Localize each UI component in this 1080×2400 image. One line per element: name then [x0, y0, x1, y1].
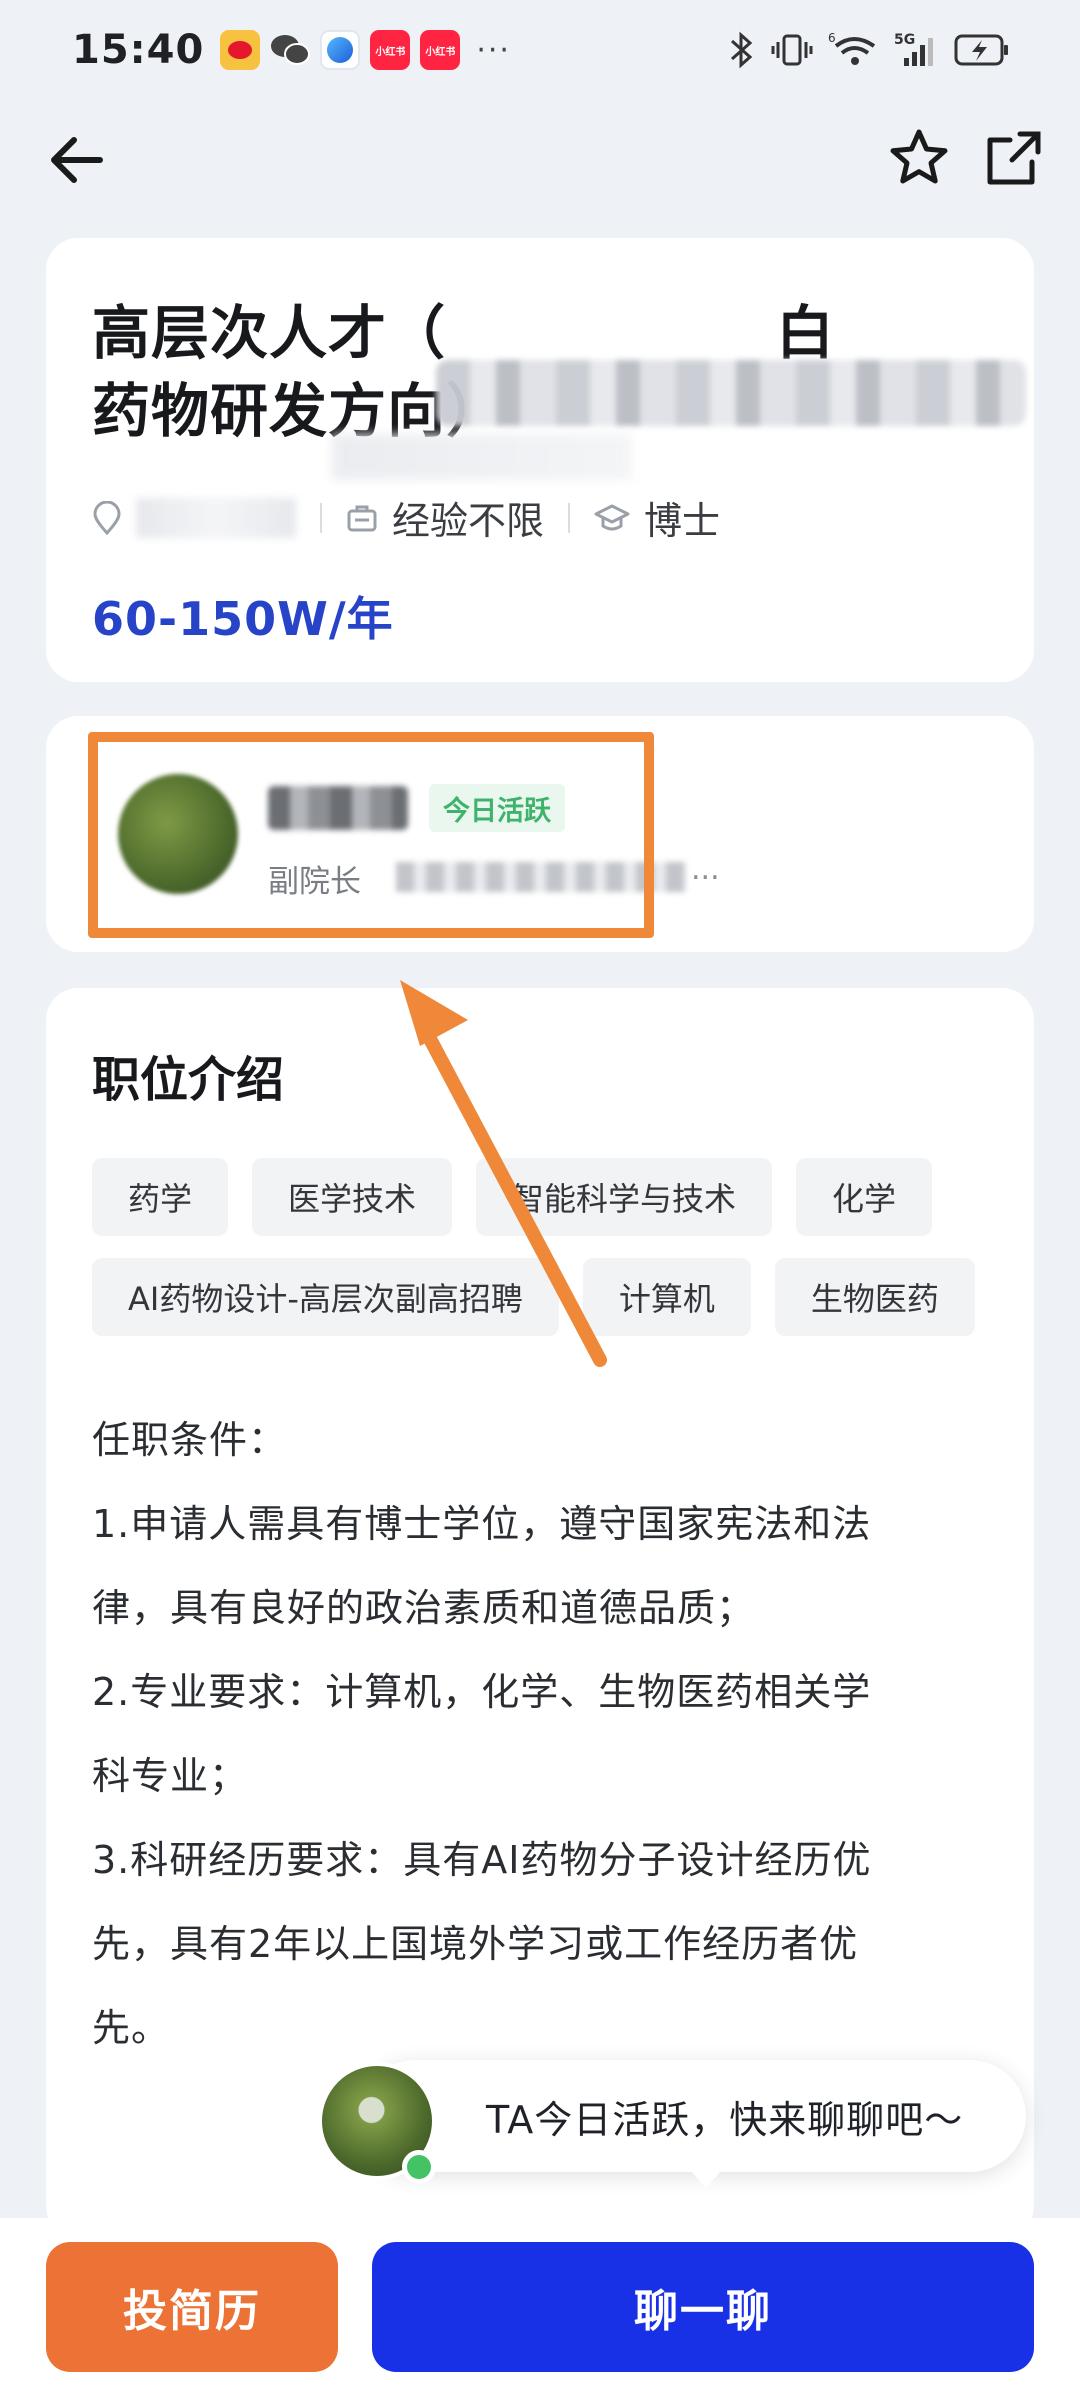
graduation-cap-icon [594, 504, 630, 530]
chat-prompt-bubble[interactable]: TA今日活跃，快来聊聊吧～ [360, 2060, 1026, 2188]
briefcase-icon [347, 505, 377, 531]
meta-divider [568, 502, 571, 533]
tag: AI药物设计-高层次副高招聘 [92, 1258, 559, 1336]
requirements-line: 任职条件： [92, 1418, 288, 1462]
skill-tags: 药学 医学技术 智能科学与技术 化学 AI药物设计-高层次副高招聘 计算机 生物… [92, 1158, 992, 1336]
requirements-line: 3.科研经历要求：具有AI药物分子设计经历优 [92, 1838, 872, 1882]
send-resume-button[interactable]: 投简历 [46, 2242, 338, 2372]
system-indicators: 6 5G [728, 30, 1010, 70]
online-status-dot [402, 2150, 436, 2184]
notification-icons: 小红书 小红书 ··· [220, 30, 511, 70]
annotation-highlight-box [88, 732, 654, 938]
chat-button[interactable]: 聊一聊 [372, 2242, 1034, 2372]
degree-text: 博士 [644, 499, 721, 543]
recruiter-card[interactable]: 今日活跃 副院长 ... [46, 716, 1034, 952]
more-notifications: ··· [476, 32, 511, 68]
location-pin-icon [93, 500, 121, 535]
battery-charging-icon [954, 34, 1008, 66]
job-meta-row: 经验不限 博士 [92, 490, 988, 545]
redacted-title-blur [332, 434, 632, 480]
wifi-icon: 6 [828, 31, 876, 65]
redacted-title-blur [436, 360, 1026, 426]
job-header-card: 高层次人才（白 药物研发方向） 经验不限 博士 60-150W/年 [46, 238, 1034, 682]
sim-slot-label: 6 [828, 31, 836, 45]
requirements-line: 先，具有2年以上国境外学习或工作经历者优 [92, 1922, 859, 1966]
tag: 化学 [796, 1158, 933, 1236]
xiaohongshu-icon: 小红书 [420, 30, 461, 70]
job-title-line1-end: 白 [776, 299, 836, 367]
tag: 智能科学与技术 [476, 1158, 773, 1236]
xiaohongshu-icon: 小红书 [370, 30, 411, 70]
tag: 计算机 [582, 1258, 751, 1336]
browser-icon [320, 30, 361, 70]
cellular-signal-icon: 5G [894, 32, 933, 66]
salary: 60-150W/年 [92, 592, 394, 646]
status-time: 15:40 [72, 27, 205, 73]
weibo-icon [220, 30, 261, 70]
network-type-label: 5G [894, 32, 915, 48]
job-title-line1: 高层次人才（ [92, 299, 447, 367]
status-bar: 15:40 小红书 小红书 ··· 6 5G [0, 0, 1080, 100]
tag: 医学技术 [252, 1158, 453, 1236]
wechat-icon [270, 30, 311, 70]
bottom-action-bar: 投简历 聊一聊 [0, 2218, 1080, 2400]
top-navigation [0, 110, 1080, 210]
experience-text: 经验不限 [392, 499, 545, 543]
chat-prompt-text: TA今日活跃，快来聊聊吧～ [486, 2097, 964, 2142]
organization-ellipsis: ... [691, 852, 720, 887]
job-experience: 经验不限 [346, 490, 544, 545]
requirements-line: 律，具有良好的政治素质和道德品质； [92, 1586, 756, 1630]
back-arrow-icon[interactable] [42, 124, 114, 196]
favorite-star-icon[interactable] [883, 122, 955, 194]
requirements-line: 科专业； [92, 1754, 249, 1798]
section-title: 职位介绍 [92, 1052, 285, 1108]
requirements-line: 先。 [92, 2006, 171, 2050]
requirements-line: 2.专业要求：计算机，化学、生物医药相关学 [92, 1670, 872, 1714]
requirements-text: 任职条件： 1.申请人需具有博士学位，遵守国家宪法和法 律，具有良好的政治素质和… [92, 1398, 988, 2070]
requirements-line: 1.申请人需具有博士学位，遵守国家宪法和法 [92, 1502, 872, 1546]
share-icon[interactable] [978, 122, 1050, 194]
job-description-card: 职位介绍 药学 医学技术 智能科学与技术 化学 AI药物设计-高层次副高招聘 计… [46, 988, 1034, 2238]
job-location [92, 497, 296, 538]
tag: 药学 [92, 1158, 229, 1236]
vibrate-icon [771, 34, 813, 66]
meta-divider [320, 502, 322, 533]
tag: 生物医药 [774, 1258, 975, 1336]
job-degree: 博士 [594, 490, 720, 545]
job-title: 高层次人才（白 药物研发方向） [92, 294, 1026, 480]
bluetooth-icon [731, 31, 753, 69]
redacted-location-blur [136, 497, 296, 538]
